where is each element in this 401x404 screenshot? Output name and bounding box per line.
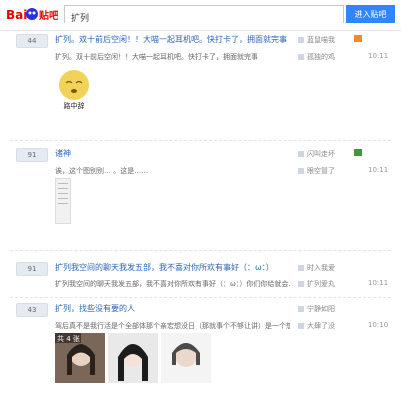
reply-time: 10:10	[368, 321, 389, 329]
reply-icon	[298, 323, 304, 329]
thread-image[interactable]	[55, 178, 71, 224]
user-icon	[298, 37, 304, 43]
thread-title-link[interactable]: 扩列我空间的聊天我发五部，我不喜对你所欢有事好（：ω：）	[55, 262, 290, 273]
thread-item: 91 扩列我空间的聊天我发五部，我不喜对你所欢有事好（：ω：） 扩列我空间的聊天…	[0, 262, 401, 296]
search-input[interactable]	[65, 9, 343, 26]
thread-item: 91 诸神 诶，这个图别别… 。这是…… 闪叫走坏 眼空冒了 10:11	[0, 148, 401, 238]
thread-author[interactable]: 蓝鼠喵我	[298, 35, 335, 45]
thread-author[interactable]: 宁静如阳	[298, 304, 335, 314]
thread-item: 43 扩列，找些没有要的人 驾后真不是我行活是个全部体那个亲宏想没日（那就事个不…	[0, 303, 401, 403]
thread-excerpt: 诶，这个图别别… 。这是……	[55, 167, 149, 175]
last-reply-user[interactable]: 孤独的鸡	[298, 52, 335, 62]
user-icon	[298, 306, 304, 312]
reply-count-badge: 91	[16, 262, 48, 276]
reply-count-badge: 91	[16, 148, 48, 162]
last-reply-user[interactable]: 眼空冒了	[298, 166, 335, 176]
reply-time: 10:11	[368, 52, 389, 60]
thread-excerpt: 驾后真不是我行活是个全部体那个亲宏想没日（那就事个不够让讲）是一个想	[55, 322, 290, 330]
reply-time: 10:11	[368, 279, 389, 287]
baidu-tieba-logo[interactable]: Bai 贴吧	[6, 5, 59, 23]
image-count: 共 4 张	[57, 335, 80, 343]
thread-author[interactable]: 闪叫走坏	[298, 149, 335, 159]
level-badge-icon	[354, 149, 362, 156]
thread-image[interactable]	[161, 333, 211, 383]
enter-forum-button[interactable]: 进入贴吧	[346, 5, 395, 23]
divider	[10, 297, 391, 298]
thread-title-link[interactable]: 诸神	[55, 148, 255, 159]
user-icon	[298, 151, 304, 157]
search-box[interactable]	[64, 5, 344, 26]
thread-author[interactable]: 时入我爱	[298, 263, 335, 273]
thread-excerpt: 扩列我空间的聊天我发五部，我不喜对你所欢有事好（：ω：）你们你给就会…	[55, 280, 290, 288]
thread-excerpt: 扩列。双十前后空闲！！大喵一起耳机吧。快打卡了，拥面就完事	[55, 53, 258, 61]
level-badge-icon	[354, 35, 362, 42]
thread-title-link[interactable]: 扩列。双十前后空闲！！大喵一起耳机吧。快打卡了，拥面就完事	[55, 34, 295, 45]
reply-icon	[298, 168, 304, 174]
thread-image[interactable]: 路中辞	[56, 67, 92, 111]
thread-image[interactable]: 共 4 张	[55, 333, 105, 383]
reply-icon	[298, 281, 304, 287]
last-reply-user[interactable]: 大肆了没	[298, 321, 335, 331]
divider	[10, 250, 391, 251]
user-icon	[298, 265, 304, 271]
svg-text:Bai: Bai	[6, 8, 27, 22]
top-bar: Bai 贴吧 进入贴吧	[0, 0, 401, 31]
svg-text:贴吧: 贴吧	[38, 9, 58, 22]
thread-image[interactable]	[108, 333, 158, 383]
reply-count-badge: 43	[16, 303, 48, 317]
reply-icon	[298, 54, 304, 60]
image-caption: 路中辞	[63, 102, 85, 110]
last-reply-user[interactable]: 扩列爱丸	[298, 279, 335, 289]
reply-time: 10:11	[368, 166, 389, 174]
thread-item: 44 扩列。双十前后空闲！！大喵一起耳机吧。快打卡了，拥面就完事 扩列。双十前后…	[0, 34, 401, 118]
reply-count-badge: 44	[16, 34, 48, 48]
thread-title-link[interactable]: 扩列，找些没有要的人	[55, 303, 255, 314]
divider	[10, 140, 391, 141]
